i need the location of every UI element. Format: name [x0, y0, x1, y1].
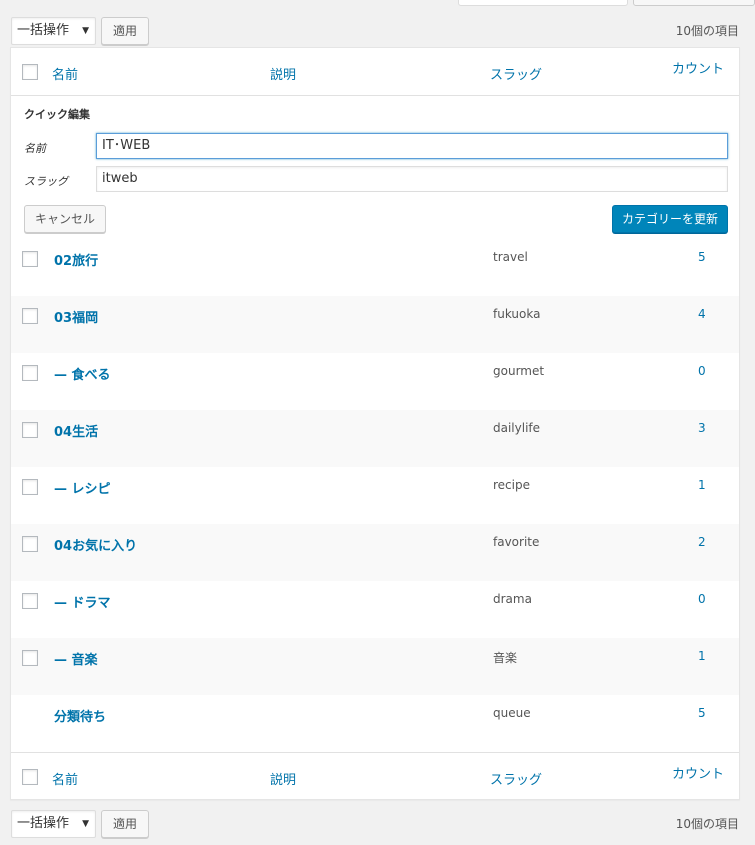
category-slug: fukuoka	[493, 307, 541, 321]
column-name[interactable]: 名前	[52, 64, 78, 83]
category-count-link[interactable]: 0	[698, 592, 706, 606]
column-count[interactable]: カウント	[672, 58, 724, 77]
category-count-link[interactable]: 3	[698, 421, 706, 435]
apply-button-bottom[interactable]: 適用	[101, 810, 149, 838]
category-slug: drama	[493, 592, 532, 606]
row-checkbox[interactable]	[22, 365, 38, 381]
column-name-footer[interactable]: 名前	[52, 769, 78, 788]
table-row: — レシピ recipe 1	[11, 467, 739, 524]
category-name-link[interactable]: — 食べる	[54, 364, 111, 383]
search-button[interactable]	[633, 0, 755, 6]
category-count-link[interactable]: 5	[698, 706, 706, 720]
table-row: 03福岡 fukuoka 4	[11, 296, 739, 353]
row-checkbox[interactable]	[22, 650, 38, 666]
category-name-link[interactable]: 02旅行	[54, 250, 98, 269]
category-count-link[interactable]: 0	[698, 364, 706, 378]
category-count-link[interactable]: 2	[698, 535, 706, 549]
name-label: 名前	[24, 142, 46, 155]
row-checkbox[interactable]	[22, 593, 38, 609]
table-row: — ドラマ drama 0	[11, 581, 739, 638]
column-count-footer[interactable]: カウント	[672, 763, 724, 782]
row-checkbox[interactable]	[22, 308, 38, 324]
category-name-link[interactable]: — レシピ	[54, 478, 111, 497]
tablenav-bottom: 一括操作 ▼ 適用 10個の項目	[0, 810, 755, 838]
category-slug: recipe	[493, 478, 530, 492]
category-count-link[interactable]: 1	[698, 478, 706, 492]
category-slug: dailylife	[493, 421, 541, 435]
table-row: — 音楽 音楽 1	[11, 638, 739, 695]
chevron-down-icon: ▼	[82, 26, 89, 36]
category-name-link[interactable]: 04生活	[54, 421, 98, 440]
slug-input[interactable]: itweb	[96, 166, 728, 192]
column-description-footer[interactable]: 説明	[270, 769, 296, 788]
bulk-action-select[interactable]: 一括操作 ▼	[11, 17, 96, 45]
chevron-down-icon: ▼	[82, 819, 89, 829]
category-slug: 音楽	[493, 651, 518, 665]
category-slug: travel	[493, 250, 528, 264]
category-name-link[interactable]: — ドラマ	[54, 592, 111, 611]
item-count-bottom: 10個の項目	[675, 817, 739, 831]
category-slug: favorite	[493, 535, 540, 549]
category-name-link[interactable]: 04お気に入り	[54, 535, 137, 554]
search-input[interactable]	[458, 0, 628, 6]
table-header: 名前 説明 スラッグ カウント	[11, 48, 739, 96]
tablenav-top: 一括操作 ▼ 適用 10個の項目	[0, 17, 755, 45]
table-row: 04お気に入り favorite 2	[11, 524, 739, 581]
table-row: 04生活 dailylife 3	[11, 410, 739, 467]
update-category-button[interactable]: カテゴリーを更新	[612, 205, 728, 233]
category-slug: queue	[493, 706, 531, 720]
quick-edit-panel: クイック編集 名前 IT･WEB スラッグ itweb キャンセル カテゴリーを…	[11, 96, 739, 239]
cancel-button[interactable]: キャンセル	[24, 205, 106, 233]
slug-label: スラッグ	[24, 175, 68, 188]
table-footer: 名前 説明 スラッグ カウント	[11, 752, 739, 800]
category-name-link[interactable]: 03福岡	[54, 307, 98, 326]
row-checkbox[interactable]	[22, 422, 38, 438]
category-count-link[interactable]: 1	[698, 649, 706, 663]
row-checkbox[interactable]	[22, 536, 38, 552]
table-row: 02旅行 travel 5	[11, 239, 739, 296]
table-row: — 食べる gourmet 0	[11, 353, 739, 410]
name-input[interactable]: IT･WEB	[96, 133, 728, 159]
bulk-action-select-bottom[interactable]: 一括操作 ▼	[11, 810, 96, 838]
table-body: 02旅行 travel 5 03福岡 fukuoka 4 — 食べる gourm…	[11, 239, 739, 752]
category-count-link[interactable]: 4	[698, 307, 706, 321]
select-all-checkbox[interactable]	[22, 64, 38, 80]
bulk-action-label: 一括操作	[17, 816, 70, 831]
column-slug[interactable]: スラッグ	[490, 64, 542, 83]
row-checkbox[interactable]	[22, 251, 38, 267]
categories-table: 名前 説明 スラッグ カウント クイック編集 名前 IT･WEB スラッグ it…	[10, 47, 740, 800]
column-description[interactable]: 説明	[270, 64, 296, 83]
category-slug: gourmet	[493, 364, 545, 378]
apply-button[interactable]: 適用	[101, 17, 149, 45]
table-row: 分類待ち queue 5	[11, 695, 739, 752]
category-name-link[interactable]: — 音楽	[54, 649, 98, 668]
quick-edit-title: クイック編集	[24, 108, 90, 121]
item-count: 10個の項目	[675, 24, 739, 38]
bulk-action-label: 一括操作	[17, 23, 70, 38]
select-all-checkbox-footer[interactable]	[22, 769, 38, 785]
row-checkbox[interactable]	[22, 479, 38, 495]
category-count-link[interactable]: 5	[698, 250, 706, 264]
category-name-link[interactable]: 分類待ち	[54, 706, 106, 725]
column-slug-footer[interactable]: スラッグ	[490, 769, 542, 788]
